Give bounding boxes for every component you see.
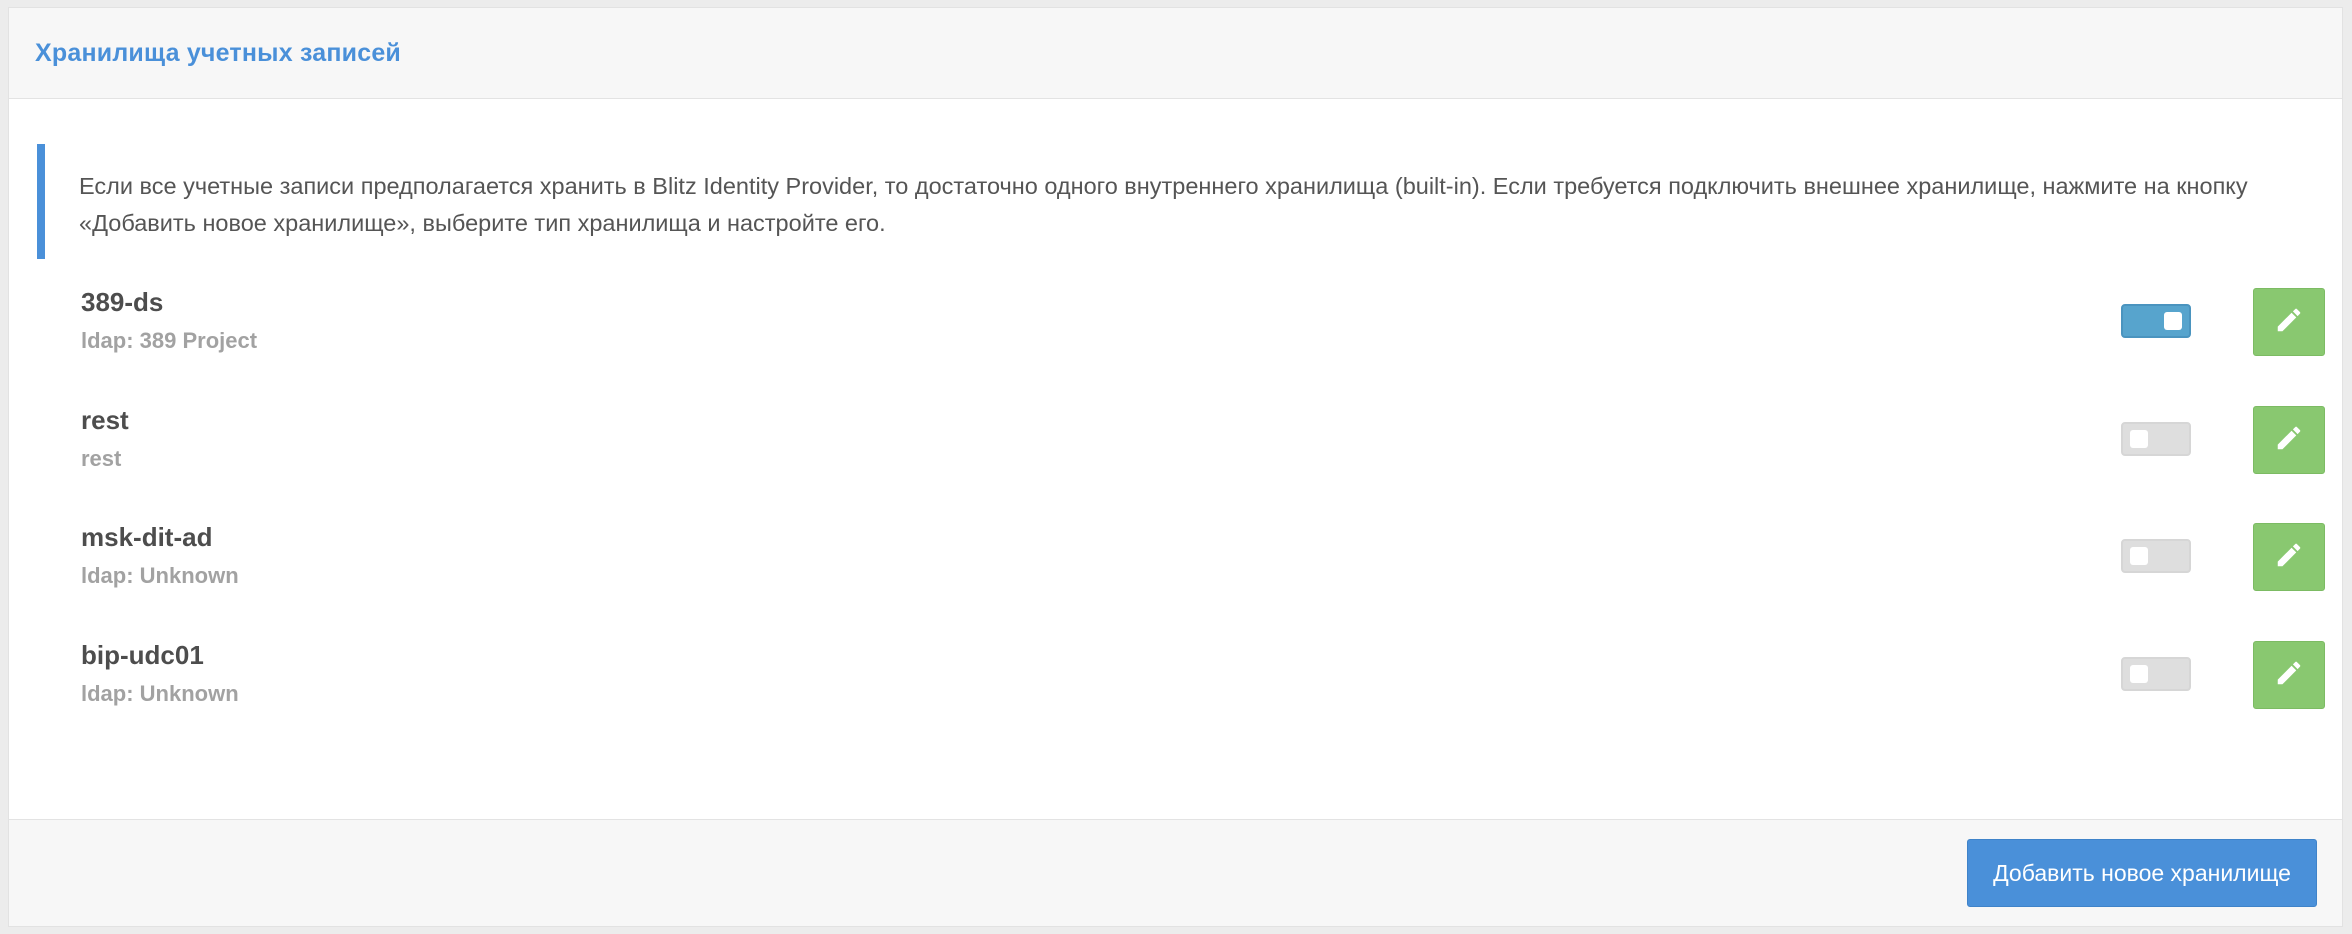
add-storage-button[interactable]: Добавить новое хранилище: [1967, 839, 2317, 907]
store-name: 389-ds: [81, 287, 164, 317]
pencil-icon: [2274, 423, 2304, 458]
edit-button[interactable]: [2253, 641, 2325, 709]
store-row-389-ds: 389-ds ldap: 389 Project: [73, 287, 2331, 359]
edit-button[interactable]: [2253, 523, 2325, 591]
toggle-knob: [2130, 547, 2148, 565]
store-type: ldap: 389 Project: [81, 328, 258, 353]
edit-button[interactable]: [2253, 288, 2325, 356]
store-type: ldap: Unknown: [81, 563, 239, 588]
toggle-knob: [2164, 312, 2182, 330]
panel-title: Хранилища учетных записей: [35, 38, 401, 67]
store-row-rest: rest rest: [73, 405, 2331, 477]
edit-button[interactable]: [2253, 406, 2325, 474]
store-name: rest: [81, 405, 129, 435]
enable-toggle[interactable]: [2121, 539, 2191, 573]
info-text: Если все учетные записи предполагается х…: [79, 173, 2248, 236]
storage-panel: Хранилища учетных записей Если все учетн…: [8, 7, 2343, 927]
enable-toggle[interactable]: [2121, 304, 2191, 338]
store-type: ldap: Unknown: [81, 681, 239, 706]
panel-header: Хранилища учетных записей: [9, 8, 2342, 99]
store-row-msk-dit-ad: msk-dit-ad ldap: Unknown: [73, 522, 2331, 594]
enable-toggle[interactable]: [2121, 422, 2191, 456]
store-name: bip-udc01: [81, 640, 204, 670]
panel-footer: Добавить новое хранилище: [9, 819, 2342, 926]
pencil-icon: [2274, 658, 2304, 693]
store-row-bip-udc01: bip-udc01 ldap: Unknown: [73, 640, 2331, 712]
pencil-icon: [2274, 305, 2304, 340]
store-name: msk-dit-ad: [81, 522, 213, 552]
toggle-knob: [2130, 430, 2148, 448]
pencil-icon: [2274, 540, 2304, 575]
enable-toggle[interactable]: [2121, 657, 2191, 691]
info-callout: Если все учетные записи предполагается х…: [37, 144, 2320, 259]
store-type: rest: [81, 446, 122, 471]
toggle-knob: [2130, 665, 2148, 683]
